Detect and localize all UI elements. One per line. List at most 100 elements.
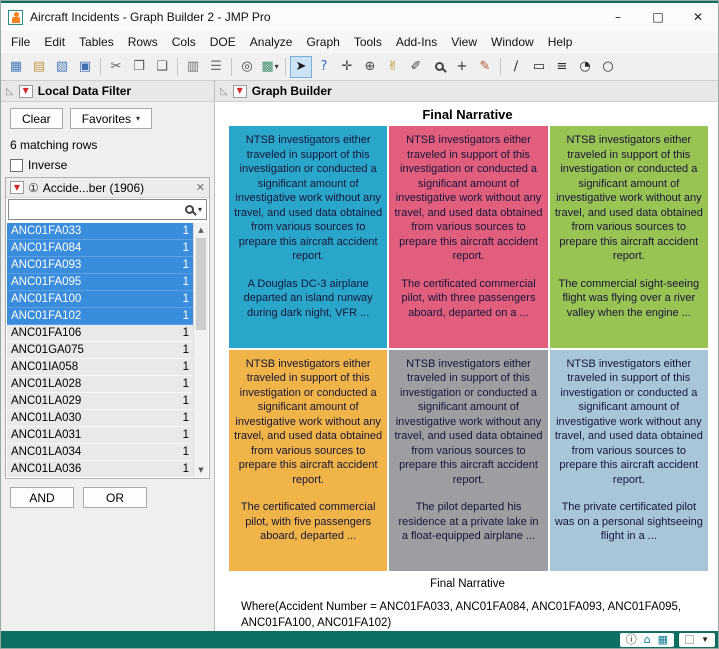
menu-item-edit[interactable]: Edit [37, 32, 72, 52]
menu-item-file[interactable]: File [4, 32, 37, 52]
line-tool-icon[interactable]: ∕ [505, 56, 527, 78]
info-icon[interactable]: ⓘ [626, 634, 637, 645]
help-tool-icon[interactable]: ? [313, 56, 335, 78]
narrative-paragraph: NTSB investigators either traveled in su… [555, 357, 703, 488]
pie-tool-icon[interactable]: ◔ [574, 56, 596, 78]
matching-rows-text: 6 matching rows [10, 138, 97, 152]
menu-bar: FileEditTablesRowsColsDOEAnalyzeGraphToo… [1, 31, 718, 53]
toolbar-glyph: ▧ [56, 60, 68, 73]
menu-item-view[interactable]: View [444, 32, 484, 52]
narrative-cell[interactable]: NTSB investigators either traveled in su… [550, 350, 708, 572]
narrative-cell[interactable]: NTSB investigators either traveled in su… [389, 350, 547, 572]
magnifier-tool-icon[interactable] [428, 56, 450, 78]
menu-item-window[interactable]: Window [484, 32, 541, 52]
or-button[interactable]: OR [83, 487, 147, 508]
open-icon[interactable]: ▤ [28, 56, 50, 78]
narrative-cell[interactable]: NTSB investigators either traveled in su… [550, 126, 708, 348]
save-icon[interactable]: ▣ [74, 56, 96, 78]
filter-list-item[interactable]: ANC01GA0751 [7, 342, 193, 359]
minimize-button[interactable]: – [598, 3, 638, 31]
menu-item-tools[interactable]: Tools [347, 32, 389, 52]
filter-item-label: ANC01LA030 [11, 412, 183, 424]
narrative-paragraph: The commercial sight-seeing flight was f… [555, 277, 703, 321]
clear-button[interactable]: Clear [10, 108, 63, 129]
menu-item-tables[interactable]: Tables [72, 32, 121, 52]
menu-item-graph[interactable]: Graph [299, 32, 346, 52]
collapse-icon[interactable]: ◺ [6, 86, 14, 97]
filter-list-item[interactable]: ANC01LA0311 [7, 427, 193, 444]
favorites-label: Favorites [82, 112, 131, 126]
filter-item-label: ANC01GA075 [11, 344, 183, 356]
list-tool-icon[interactable]: ≡ [551, 56, 573, 78]
filter-list-item[interactable]: ANC01LA0341 [7, 444, 193, 461]
menu-item-analyze[interactable]: Analyze [243, 32, 300, 52]
brush-tool-icon[interactable]: ⊕ [359, 56, 381, 78]
script-icon[interactable]: ▥ [182, 56, 204, 78]
toolbar-glyph: ✛ [342, 60, 353, 73]
filter-list-item[interactable]: ANC01IA0581 [7, 359, 193, 376]
narrative-cell[interactable]: NTSB investigators either traveled in su… [389, 126, 547, 348]
filter-list-item[interactable]: ANC01LA0281 [7, 376, 193, 393]
filter-item-count: 1 [183, 344, 189, 356]
favorites-button[interactable]: Favorites ▾ [70, 108, 152, 129]
scrollbar-thumb[interactable] [196, 238, 206, 330]
collapse-icon[interactable]: ◺ [220, 86, 228, 97]
narrative-paragraph: NTSB investigators either traveled in su… [234, 357, 382, 488]
grabber-tool-icon[interactable]: ✛ [336, 56, 358, 78]
status-dropdown[interactable]: ▼ [679, 633, 715, 647]
inverse-checkbox[interactable] [10, 159, 23, 172]
narrative-paragraph: The private certificated pilot was on a … [555, 500, 703, 544]
filter-list-item[interactable]: ANC01FA0331 [7, 223, 193, 240]
and-button[interactable]: AND [10, 487, 74, 508]
crosshair-tool-icon[interactable]: + [451, 56, 473, 78]
narrative-cell[interactable]: NTSB investigators either traveled in su… [229, 350, 387, 572]
filter-list-item[interactable]: ANC01LA0301 [7, 410, 193, 427]
filter-list-item[interactable]: ANC01FA1021 [7, 308, 193, 325]
filter-list-item[interactable]: ANC01LA0291 [7, 393, 193, 410]
database-icon[interactable]: ▧ [51, 56, 73, 78]
filter-list-item[interactable]: ANC01FA0951 [7, 274, 193, 291]
menu-item-rows[interactable]: Rows [121, 32, 165, 52]
red-triangle-menu-button[interactable]: ▼ [10, 181, 24, 194]
filter-item-count: 1 [183, 225, 189, 237]
filter-list-item[interactable]: ANC01LA0361 [7, 461, 193, 477]
red-triangle-menu-button[interactable]: ▼ [233, 85, 247, 98]
find-icon[interactable]: ◎ [236, 56, 258, 78]
close-button[interactable]: ✕ [678, 3, 718, 31]
shape-tool-icon[interactable]: ▭ [528, 56, 550, 78]
copy-icon[interactable]: ❐ [128, 56, 150, 78]
column-switcher-icon[interactable]: ▩▾ [259, 56, 281, 78]
scroll-down-icon[interactable]: ▼ [194, 463, 208, 477]
filter-list-item[interactable]: ANC01FA0841 [7, 240, 193, 257]
arrow-tool-icon[interactable]: ➤ [290, 56, 312, 78]
red-triangle-menu-button[interactable]: ▼ [19, 85, 33, 98]
menu-item-doe[interactable]: DOE [203, 32, 243, 52]
cut-icon[interactable]: ✂ [105, 56, 127, 78]
home-icon[interactable]: ⌂ [644, 634, 651, 645]
maximize-button[interactable]: □ [638, 3, 678, 31]
paste-icon[interactable]: ❏ [151, 56, 173, 78]
hand-tool-icon[interactable]: ✌ [382, 56, 404, 78]
search-options-chevron-icon[interactable]: ▾ [198, 205, 202, 214]
oval-tool-icon[interactable]: ○ [597, 56, 619, 78]
filter-list-item[interactable]: ANC01FA1001 [7, 291, 193, 308]
narrative-cell[interactable]: NTSB investigators either traveled in su… [229, 126, 387, 348]
annotate-tool-icon[interactable]: ✎ [474, 56, 496, 78]
filter-item-count: 1 [183, 276, 189, 288]
data-table-icon[interactable]: ▦ [658, 634, 668, 645]
menu-item-add-ins[interactable]: Add-Ins [389, 32, 444, 52]
column-search-input[interactable] [13, 203, 181, 217]
new-data-table-icon[interactable]: ▦ [5, 56, 27, 78]
inverse-label: Inverse [28, 158, 67, 172]
lasso-tool-icon[interactable]: ✐ [405, 56, 427, 78]
search-icon[interactable] [185, 205, 194, 214]
journal-icon[interactable]: ☰ [205, 56, 227, 78]
filter-list-scrollbar[interactable]: ▲ ▼ [193, 223, 208, 477]
scroll-up-icon[interactable]: ▲ [194, 223, 208, 237]
close-icon[interactable]: ✕ [196, 181, 205, 194]
menu-item-cols[interactable]: Cols [165, 32, 203, 52]
menu-item-help[interactable]: Help [541, 32, 580, 52]
chevron-down-icon: ▾ [136, 114, 140, 123]
filter-list-item[interactable]: ANC01FA1061 [7, 325, 193, 342]
filter-list-item[interactable]: ANC01FA0931 [7, 257, 193, 274]
